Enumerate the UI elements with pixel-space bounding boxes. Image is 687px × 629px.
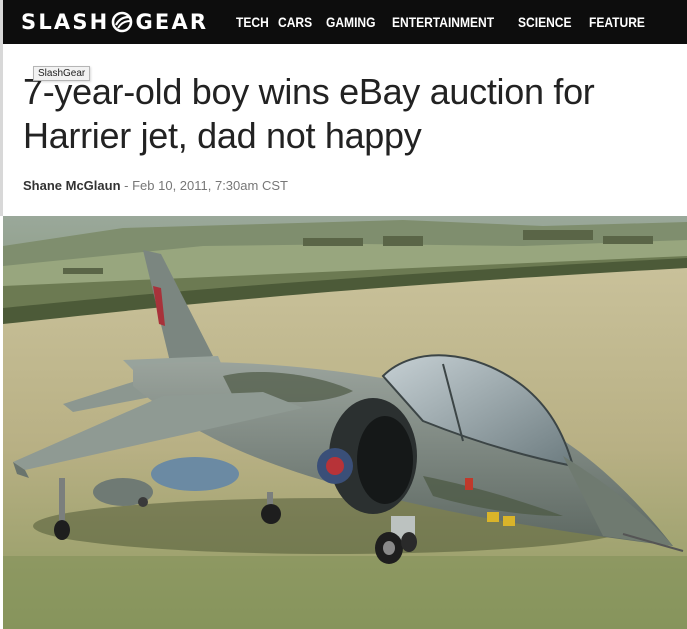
harrier-jet-photo [3,216,687,629]
tooltip: SlashGear [33,66,91,81]
publish-date: Feb 10, 2011, 7:30am CST [132,178,288,193]
main-nav: TECH CARS GAMING ENTERTAINMENT SCIENCE F… [236,0,661,44]
nav-tech[interactable]: TECH [236,14,269,30]
nav-gaming[interactable]: GAMING [326,14,376,30]
article-photo [3,216,687,629]
logo-gear-icon [112,11,133,33]
nav-entertainment[interactable]: ENTERTAINMENT [392,14,494,30]
nav-science[interactable]: SCIENCE [518,14,572,30]
nav-cars[interactable]: CARS [278,14,312,30]
site-header: SLASH GEAR TECH CARS GAMING ENTERTAINMEN… [0,0,687,44]
author-link[interactable]: Shane McGlaun [23,178,121,193]
raf-roundel-icon [317,448,353,484]
byline: Shane McGlaun - Feb 10, 2011, 7:30am CST [23,178,288,193]
byline-separator: - [120,178,133,193]
logo-text-right: GEAR [135,10,209,34]
site-logo[interactable]: SLASH GEAR [21,0,208,44]
article-title: 7-year-old boy wins eBay auction for Har… [23,71,595,156]
article-header: 7-year-old boy wins eBay auction for Har… [0,44,687,216]
logo-text-left: SLASH [21,10,110,34]
nav-features[interactable]: FEATURE [589,14,645,30]
